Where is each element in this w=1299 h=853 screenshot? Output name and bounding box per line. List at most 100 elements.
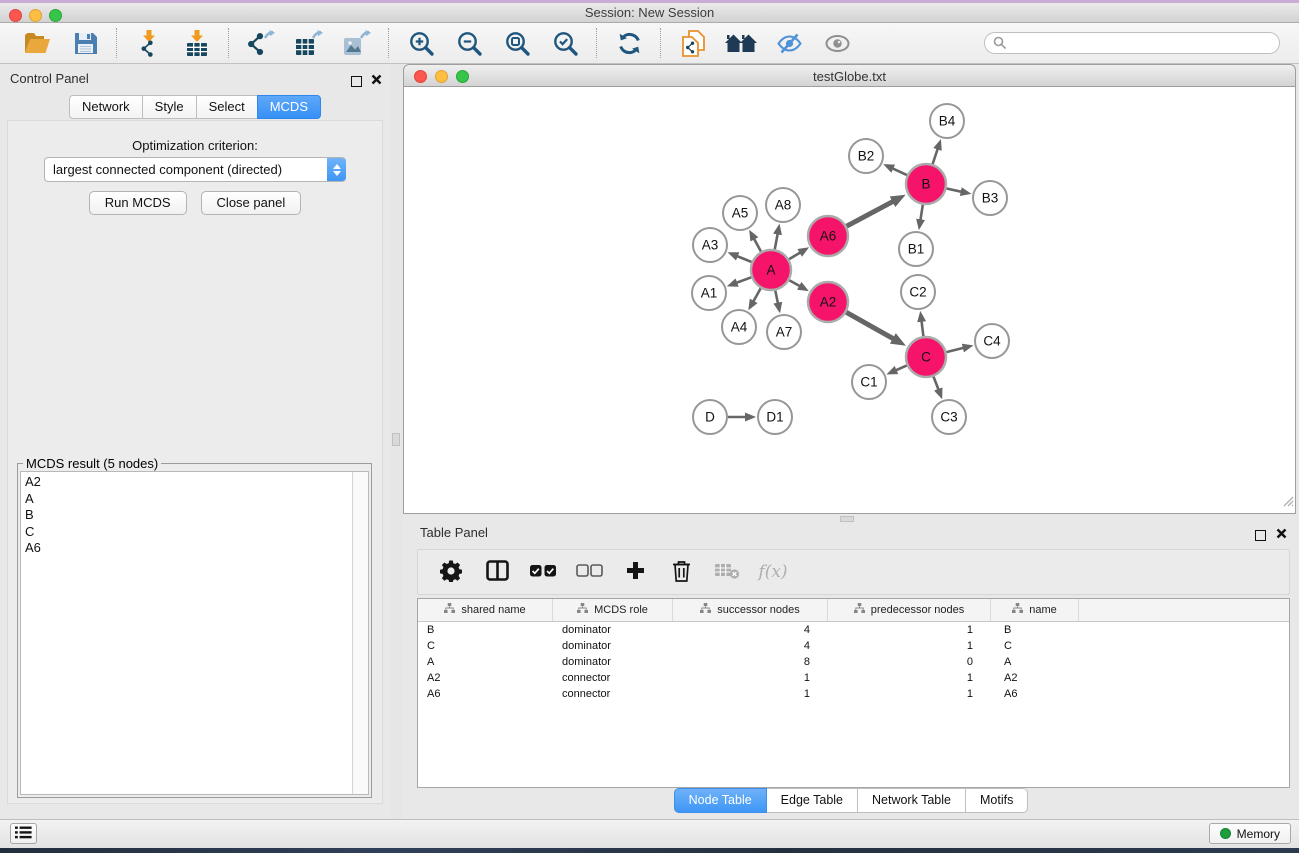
- window-resize-grip[interactable]: [1281, 494, 1294, 512]
- table-cell[interactable]: 4: [673, 624, 828, 636]
- run-mcds-button[interactable]: Run MCDS: [89, 191, 187, 215]
- graph-node-A1[interactable]: A1: [692, 276, 726, 310]
- graph-node-B4[interactable]: B4: [930, 104, 964, 138]
- table-cell[interactable]: connector: [553, 688, 673, 700]
- graph-edge-A-A8[interactable]: [775, 234, 778, 250]
- column-header-name[interactable]: name: [991, 599, 1079, 621]
- vertical-split-divider[interactable]: [390, 64, 403, 820]
- tab-edge-table[interactable]: Edge Table: [767, 788, 858, 813]
- graph-edge-B-B2[interactable]: [892, 168, 907, 175]
- table-cell[interactable]: 1: [673, 688, 828, 700]
- table-row[interactable]: A6connector11A6: [418, 686, 1289, 702]
- table-cell[interactable]: B: [418, 624, 553, 636]
- table-cell[interactable]: dominator: [553, 624, 673, 636]
- column-header-successor-nodes[interactable]: successor nodes: [673, 599, 828, 621]
- optimization-criterion-select[interactable]: largest connected component (directed): [44, 157, 346, 182]
- graph-edge-A-A5[interactable]: [754, 239, 761, 252]
- table-cell[interactable]: 4: [673, 640, 828, 652]
- home-button[interactable]: [724, 26, 758, 60]
- table-cell[interactable]: A: [991, 656, 1079, 668]
- mcds-result-scrollbar[interactable]: [352, 472, 368, 794]
- horizontal-divider-grip[interactable]: [840, 516, 854, 522]
- table-cell[interactable]: 1: [673, 672, 828, 684]
- graph-node-B1[interactable]: B1: [899, 232, 933, 266]
- export-table-button[interactable]: [292, 26, 326, 60]
- float-table-panel-icon[interactable]: [1255, 530, 1266, 541]
- graph-edge-B-B1[interactable]: [920, 205, 922, 221]
- column-header-MCDS-role[interactable]: MCDS role: [553, 599, 673, 621]
- refresh-button[interactable]: [612, 26, 646, 60]
- table-cell[interactable]: B: [991, 624, 1079, 636]
- tab-network-table[interactable]: Network Table: [858, 788, 966, 813]
- graph-edge-C-C2[interactable]: [922, 321, 924, 336]
- function-builder-button[interactable]: f(x): [754, 553, 792, 591]
- graph-node-C4[interactable]: C4: [975, 324, 1009, 358]
- mcds-result-item[interactable]: A2: [25, 474, 348, 491]
- close-table-panel-icon[interactable]: [1276, 526, 1287, 544]
- graph-node-A2[interactable]: A2: [808, 282, 848, 322]
- tab-network[interactable]: Network: [69, 95, 143, 119]
- graph-node-D[interactable]: D: [693, 400, 727, 434]
- table-cell[interactable]: 0: [828, 656, 991, 668]
- search-input[interactable]: [984, 32, 1280, 54]
- export-image-button[interactable]: [340, 26, 374, 60]
- mcds-result-item[interactable]: B: [25, 507, 348, 524]
- import-table-button[interactable]: [180, 26, 214, 60]
- graph-edge-C-C1[interactable]: [896, 365, 907, 370]
- graph-node-B[interactable]: B: [906, 164, 946, 204]
- table-cell[interactable]: dominator: [553, 656, 673, 668]
- import-network-button[interactable]: [132, 26, 166, 60]
- table-cell[interactable]: 1: [828, 688, 991, 700]
- table-cell[interactable]: 1: [828, 672, 991, 684]
- tab-style[interactable]: Style: [142, 95, 197, 119]
- column-header-shared-name[interactable]: shared name: [418, 599, 553, 621]
- select-all-button[interactable]: [524, 553, 562, 591]
- table-cell[interactable]: A6: [991, 688, 1079, 700]
- table-cell[interactable]: 1: [828, 624, 991, 636]
- table-cell[interactable]: C: [991, 640, 1079, 652]
- table-row[interactable]: Bdominator41B: [418, 622, 1289, 638]
- table-cell[interactable]: A: [418, 656, 553, 668]
- show-graphics-details-button[interactable]: [820, 26, 854, 60]
- graph-node-A8[interactable]: A8: [766, 188, 800, 222]
- graph-edge-A-A1[interactable]: [736, 277, 751, 283]
- tab-motifs[interactable]: Motifs: [966, 788, 1028, 813]
- mcds-result-item[interactable]: A: [25, 491, 348, 508]
- mcds-result-item[interactable]: C: [25, 524, 348, 541]
- zoom-fit-button[interactable]: [500, 26, 534, 60]
- mcds-result-item[interactable]: A6: [25, 540, 348, 557]
- deselect-all-button[interactable]: [570, 553, 608, 591]
- clone-network-button[interactable]: [676, 26, 710, 60]
- hide-graphics-details-button[interactable]: [772, 26, 806, 60]
- zoom-in-button[interactable]: [404, 26, 438, 60]
- graph-edge-A-A6[interactable]: [789, 252, 801, 259]
- vertical-divider-grip[interactable]: [392, 433, 400, 446]
- table-row[interactable]: A2connector11A2: [418, 670, 1289, 686]
- graph-node-A6[interactable]: A6: [808, 216, 848, 256]
- column-header-predecessor-nodes[interactable]: predecessor nodes: [828, 599, 991, 621]
- graph-node-A5[interactable]: A5: [723, 196, 757, 230]
- table-cell[interactable]: A6: [418, 688, 553, 700]
- delete-row-button[interactable]: [662, 553, 700, 591]
- task-history-button[interactable]: [10, 823, 37, 844]
- graph-edge-A2-C[interactable]: [846, 312, 893, 339]
- table-cell[interactable]: dominator: [553, 640, 673, 652]
- delete-table-button[interactable]: [708, 553, 746, 591]
- graph-edge-A-A7[interactable]: [775, 291, 778, 304]
- tab-mcds[interactable]: MCDS: [257, 95, 321, 119]
- graph-edge-C-C4[interactable]: [946, 348, 963, 352]
- graph-node-A4[interactable]: A4: [722, 310, 756, 344]
- table-cell[interactable]: connector: [553, 672, 673, 684]
- graph-edge-C-C3[interactable]: [934, 377, 939, 390]
- graph-node-B3[interactable]: B3: [973, 181, 1007, 215]
- graph-node-C1[interactable]: C1: [852, 365, 886, 399]
- table-row[interactable]: Adominator80A: [418, 654, 1289, 670]
- graph-edge-A-A4[interactable]: [753, 288, 761, 301]
- table-cell[interactable]: A2: [418, 672, 553, 684]
- open-session-button[interactable]: [20, 26, 54, 60]
- tab-node-table[interactable]: Node Table: [674, 788, 767, 813]
- graph-edge-A6-B[interactable]: [847, 201, 894, 226]
- table-cell[interactable]: A2: [991, 672, 1079, 684]
- graph-edge-B-B4[interactable]: [933, 149, 938, 165]
- table-row[interactable]: Cdominator41C: [418, 638, 1289, 654]
